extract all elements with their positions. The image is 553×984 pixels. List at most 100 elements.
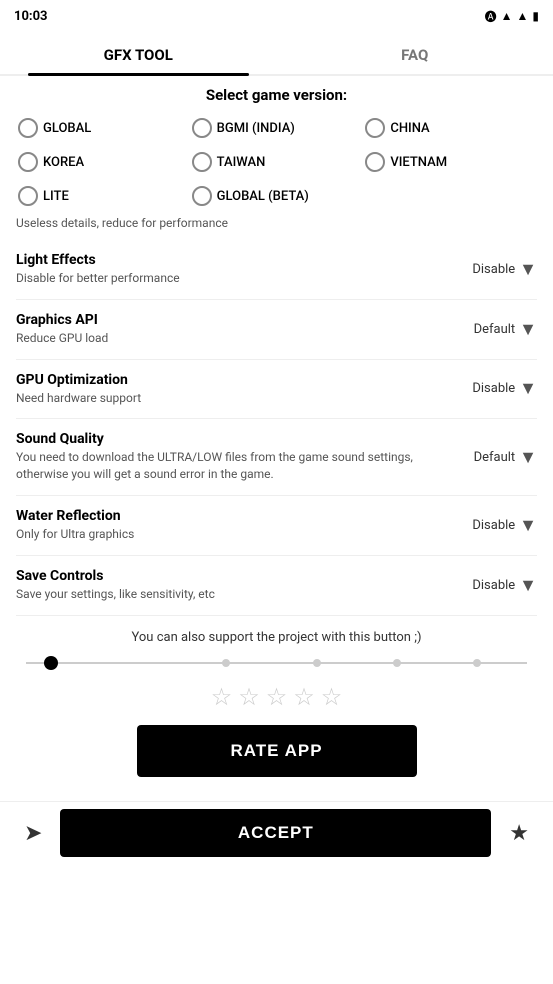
setting-desc-graphics-api: Reduce GPU load [16,330,437,347]
accept-button[interactable]: ACCEPT [60,809,491,857]
tab-faq[interactable]: FAQ [277,32,553,74]
android-icon: 🅐 [485,8,497,25]
status-icons: 🅐 ▲ ▲ ▮ [485,8,539,25]
setting-save-controls: Save Controls Save your settings, like s… [16,556,537,616]
share-icon: ➤ [24,820,42,845]
share-button[interactable]: ➤ [16,812,50,854]
rate-app-button[interactable]: RATE APP [137,725,417,777]
version-option-vietnam[interactable]: VIETNAM [363,148,537,176]
version-option-bgmi[interactable]: BGMI (INDIA) [190,114,364,142]
version-option-lite[interactable]: LITE [16,182,190,210]
dropdown-arrow-water-reflection: ▼ [519,515,537,536]
setting-name-light-effects: Light Effects [16,252,437,268]
status-bar: 10:03 🅐 ▲ ▲ ▮ [0,0,553,32]
setting-value-water-reflection: Disable [472,518,515,533]
version-label-global: GLOBAL [43,121,91,136]
wifi-icon: ▲ [501,9,513,23]
slider-container[interactable] [26,657,527,669]
tab-gfx-tool[interactable]: GFX TOOL [0,32,277,74]
star-5[interactable]: ☆ [321,683,343,711]
dropdown-arrow-gpu-optimization: ▼ [519,378,537,399]
star-2[interactable]: ☆ [238,683,260,711]
setting-control-light-effects[interactable]: Disable ▼ [447,259,537,280]
setting-desc-water-reflection: Only for Ultra graphics [16,526,437,543]
version-grid-row2: KOREA TAIWAN VIETNAM [16,148,537,176]
stars-row[interactable]: ☆ ☆ ☆ ☆ ☆ [16,683,537,711]
setting-value-gpu-optimization: Disable [472,381,515,396]
star-4[interactable]: ☆ [293,683,315,711]
signal-icon: ▲ [517,9,529,23]
setting-control-sound-quality[interactable]: Default ▼ [447,447,537,468]
version-option-taiwan[interactable]: TAIWAN [190,148,364,176]
version-label-taiwan: TAIWAN [217,155,266,170]
radio-bgmi[interactable] [192,118,212,138]
radio-china[interactable] [365,118,385,138]
setting-graphics-api: Graphics API Reduce GPU load Default ▼ [16,300,537,360]
setting-control-water-reflection[interactable]: Disable ▼ [447,515,537,536]
favorite-button[interactable]: ★ [501,812,537,854]
radio-taiwan[interactable] [192,152,212,172]
setting-name-sound-quality: Sound Quality [16,431,437,447]
battery-icon: ▮ [532,9,539,23]
setting-name-gpu-optimization: GPU Optimization [16,372,437,388]
setting-desc-gpu-optimization: Need hardware support [16,390,437,407]
setting-desc-sound-quality: You need to download the ULTRA/LOW files… [16,449,437,483]
setting-sound-quality: Sound Quality You need to download the U… [16,419,537,496]
main-content: Select game version: GLOBAL BGMI (INDIA)… [0,76,553,801]
setting-name-graphics-api: Graphics API [16,312,437,328]
setting-name-water-reflection: Water Reflection [16,508,437,524]
star-1[interactable]: ☆ [211,683,233,711]
setting-name-save-controls: Save Controls [16,568,437,584]
setting-control-gpu-optimization[interactable]: Disable ▼ [447,378,537,399]
slider-thumb[interactable] [44,656,58,670]
version-label-bgmi: BGMI (INDIA) [217,121,295,136]
radio-korea[interactable] [18,152,38,172]
game-version-section: Select game version: GLOBAL BGMI (INDIA)… [16,86,537,230]
version-label-lite: LITE [43,189,69,204]
setting-control-save-controls[interactable]: Disable ▼ [447,575,537,596]
setting-value-save-controls: Disable [472,578,515,593]
tab-bar: GFX TOOL FAQ [0,32,553,76]
version-option-china[interactable]: CHINA [363,114,537,142]
setting-desc-light-effects: Disable for better performance [16,270,437,287]
version-option-global[interactable]: GLOBAL [16,114,190,142]
dropdown-arrow-graphics-api: ▼ [519,319,537,340]
setting-value-sound-quality: Default [474,450,516,465]
section-title: Select game version: [16,86,537,104]
setting-gpu-optimization: GPU Optimization Need hardware support D… [16,360,537,420]
version-label-global-beta: GLOBAL (BETA) [217,189,309,204]
dropdown-arrow-light-effects: ▼ [519,259,537,280]
version-option-korea[interactable]: KOREA [16,148,190,176]
setting-value-light-effects: Disable [472,262,515,277]
version-label-vietnam: VIETNAM [390,155,447,170]
version-grid-row3: LITE GLOBAL (BETA) [16,182,537,210]
dropdown-arrow-sound-quality: ▼ [519,447,537,468]
support-section: You can also support the project with th… [16,616,537,801]
dropdown-arrow-save-controls: ▼ [519,575,537,596]
setting-desc-save-controls: Save your settings, like sensitivity, et… [16,586,437,603]
radio-global-beta[interactable] [192,186,212,206]
version-grid-row1: GLOBAL BGMI (INDIA) CHINA [16,114,537,142]
useless-note: Useless details, reduce for performance [16,216,537,230]
slider-dot-2 [313,659,321,667]
version-option-global-beta[interactable]: GLOBAL (BETA) [190,182,537,210]
status-time: 10:03 [14,9,48,24]
settings-section: Light Effects Disable for better perform… [16,240,537,616]
setting-light-effects: Light Effects Disable for better perform… [16,240,537,300]
slider-dot-4 [473,659,481,667]
version-label-china: CHINA [390,121,429,136]
setting-value-graphics-api: Default [474,322,516,337]
setting-control-graphics-api[interactable]: Default ▼ [447,319,537,340]
radio-lite[interactable] [18,186,38,206]
slider-track [26,662,527,664]
support-text: You can also support the project with th… [16,630,537,645]
star-3[interactable]: ☆ [266,683,288,711]
radio-vietnam[interactable] [365,152,385,172]
slider-dot-3 [393,659,401,667]
version-label-korea: KOREA [43,155,84,170]
setting-water-reflection: Water Reflection Only for Ultra graphics… [16,496,537,556]
radio-global[interactable] [18,118,38,138]
star-icon: ★ [509,820,529,845]
bottom-bar: ➤ ACCEPT ★ [0,801,553,865]
slider-dot-1 [222,659,230,667]
